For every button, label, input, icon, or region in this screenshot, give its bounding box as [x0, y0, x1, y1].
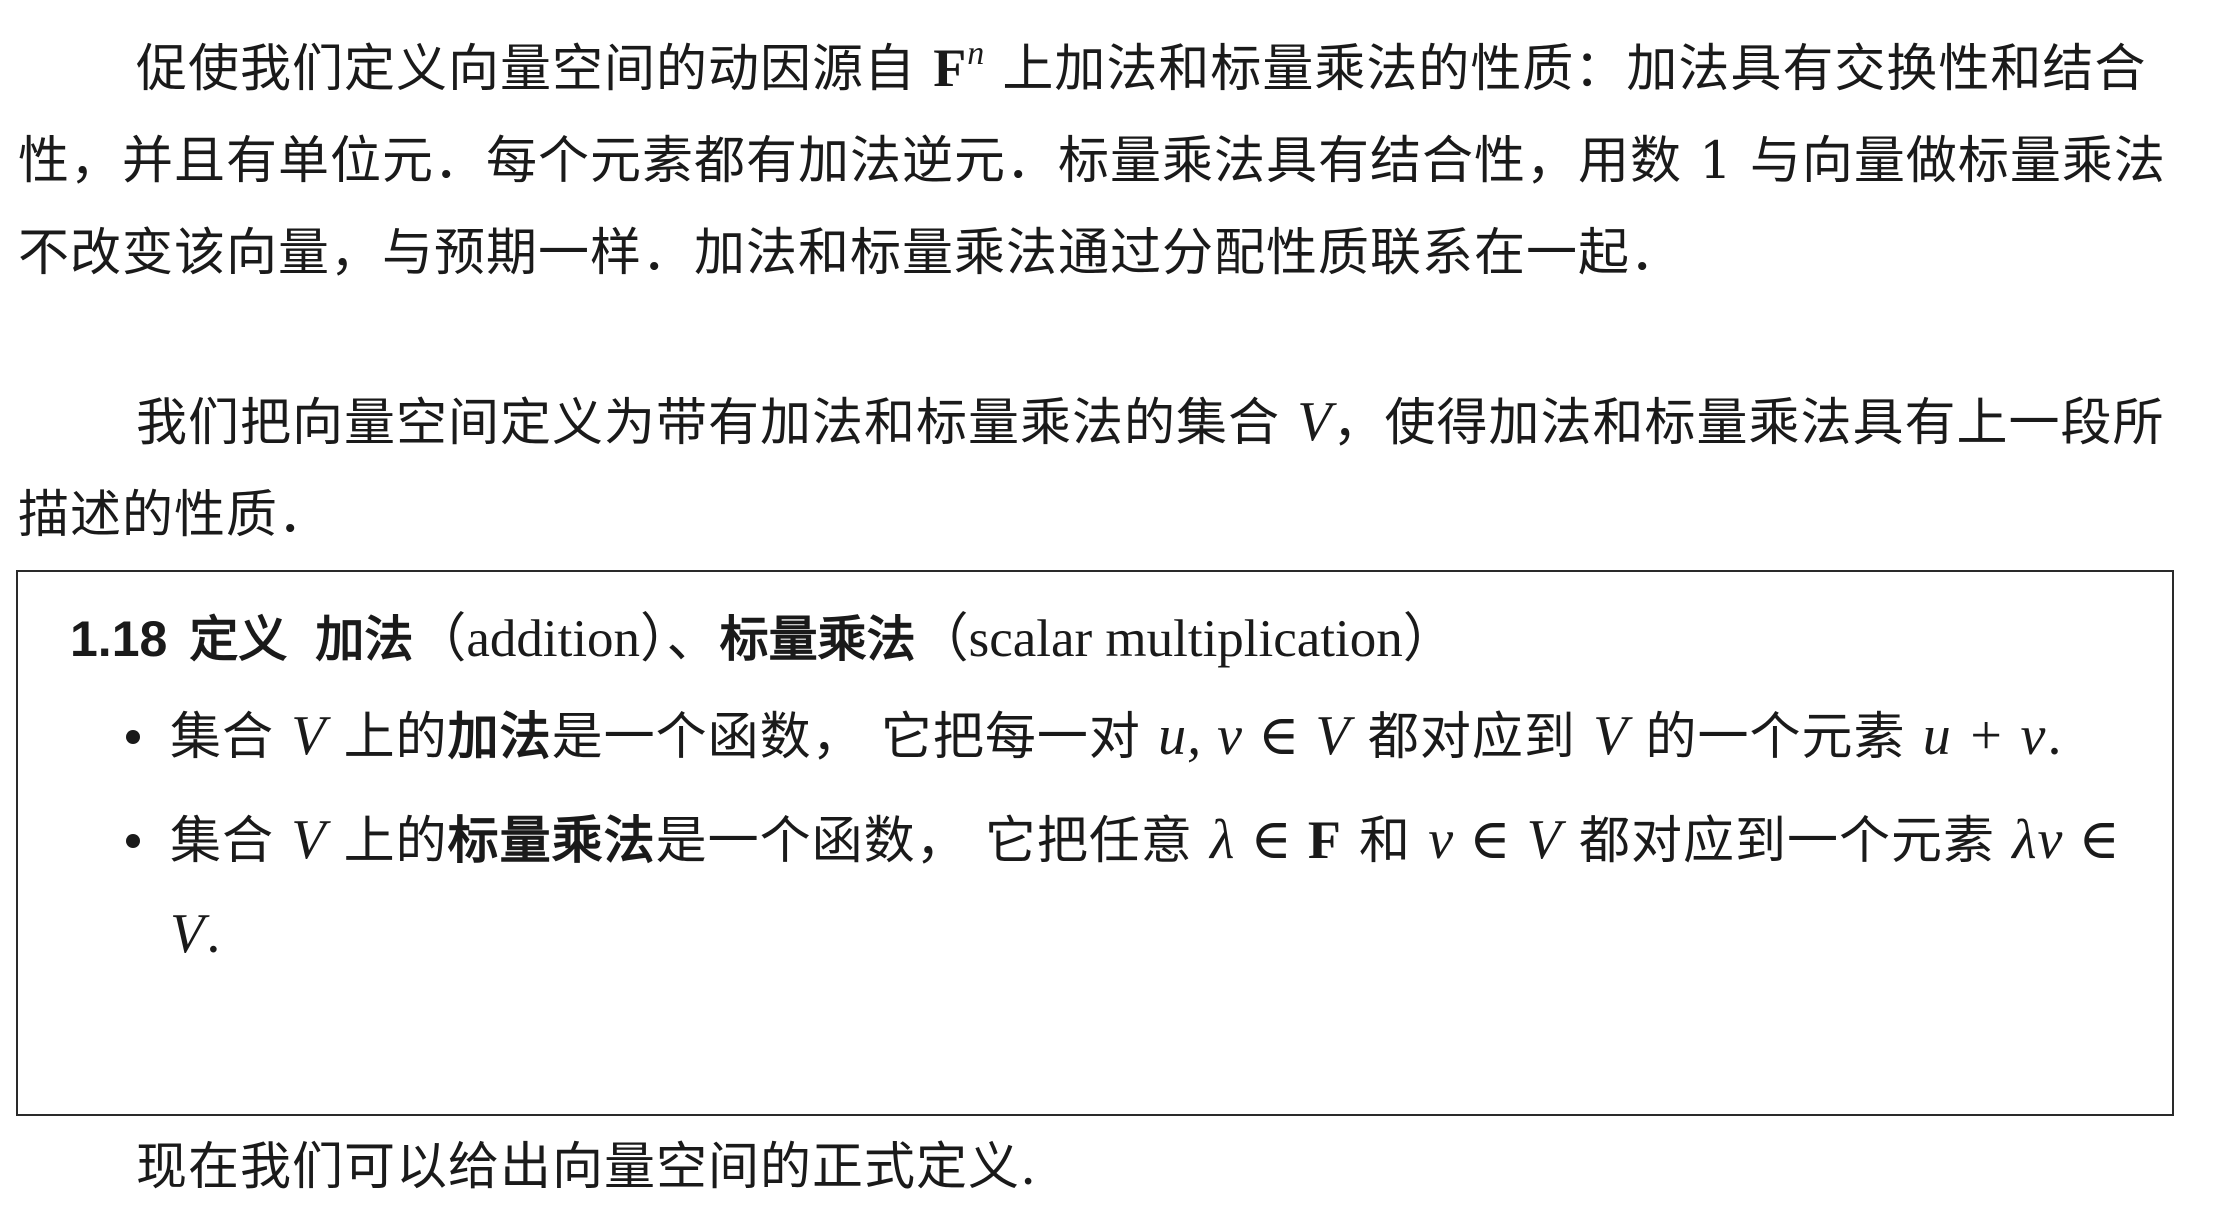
bullet-text: 是一个函数， 它把任意: [655, 812, 1211, 871]
definition-bullet-list: 集合 V 上的加法是一个函数， 它把每一对 u, v ∈ V 都对应到 V 的一…: [110, 690, 2150, 992]
bullet-text: 上的: [326, 708, 448, 767]
bold-term-scalar-multiplication: 标量乘法: [447, 811, 656, 871]
set-symbol-V: V: [1297, 391, 1333, 453]
bullet-text: 和: [1341, 812, 1429, 871]
math-lambda-in: λ ∈: [1210, 809, 1308, 871]
definition-box: 1.18 定义 加法（addition）、标量乘法（scalar multiplic…: [16, 570, 2174, 1116]
definition-term-addition-english: （addition）、: [413, 610, 720, 668]
bullet-dot: [126, 730, 140, 744]
bullet-dot: [126, 834, 140, 848]
bullet-text: 都对应到: [1350, 708, 1594, 767]
definition-number: 1.18: [70, 611, 168, 667]
bullet-addition: 集合 V 上的加法是一个函数， 它把每一对 u, v ∈ V 都对应到 V 的一…: [110, 690, 2150, 784]
paragraph-formal-definition-lead: 现在我们可以给出向量空间的正式定义.: [18, 1122, 2186, 1214]
bullet-text: 集合: [170, 708, 292, 767]
definition-term-addition: 加法: [315, 610, 414, 668]
paragraph-vector-space-intro: 我们把向量空间定义为带有加法和标量乘法的集合 V，使得加法和标量乘法具有上一段所…: [18, 376, 2186, 562]
set-symbol-V: V: [1593, 705, 1629, 767]
exponent-n: n: [967, 35, 986, 72]
textbook-page: 促使我们定义向量空间的动因源自 Fn 上加法和标量乘法的性质：加法具有交换性和结…: [0, 0, 2214, 1214]
bullet-text: 上的: [326, 812, 448, 871]
math-u-plus-v: u + v: [1922, 705, 2047, 767]
math-u-v-in-V: u, v ∈ V: [1158, 705, 1351, 767]
definition-term-scalar-multiplication-english: （scalar multiplication）: [915, 610, 1456, 668]
definition-term-scalar-multiplication: 标量乘法: [719, 610, 916, 668]
bullet-text: 都对应到一个元素: [1561, 812, 2013, 871]
bullet-text: .: [205, 906, 223, 965]
definition-title: 1.18 定义 加法（addition）、标量乘法（scalar multiplic…: [70, 604, 1456, 675]
bold-term-addition: 加法: [447, 707, 552, 767]
paragraph-text: 现在我们可以给出向量空间的正式定义.: [136, 1138, 1038, 1197]
bullet-text: .: [2046, 708, 2064, 767]
bullet-text: 是一个函数， 它把每一对: [551, 708, 1159, 767]
paragraph-text: 我们把向量空间定义为带有加法和标量乘法的集合: [136, 394, 1298, 453]
paragraph-text: 促使我们定义向量空间的动因源自: [136, 40, 934, 99]
field-symbol-F: F: [933, 38, 968, 98]
bullet-text: 的一个元素: [1628, 708, 1923, 767]
definition-label: 定义: [189, 611, 288, 668]
bullet-scalar-multiplication: 集合 V 上的标量乘法是一个函数， 它把任意 λ ∈ F 和 v ∈ V 都对应…: [110, 794, 2150, 982]
paragraph-motivation: 促使我们定义向量空间的动因源自 Fn 上加法和标量乘法的性质：加法具有交换性和结…: [18, 8, 2186, 300]
bullet-text: 集合: [170, 812, 292, 871]
set-symbol-V: V: [291, 809, 327, 871]
set-symbol-V: V: [291, 705, 327, 767]
math-v-in-V: v ∈ V: [1428, 809, 1562, 871]
field-symbol-F: F: [1307, 810, 1342, 870]
